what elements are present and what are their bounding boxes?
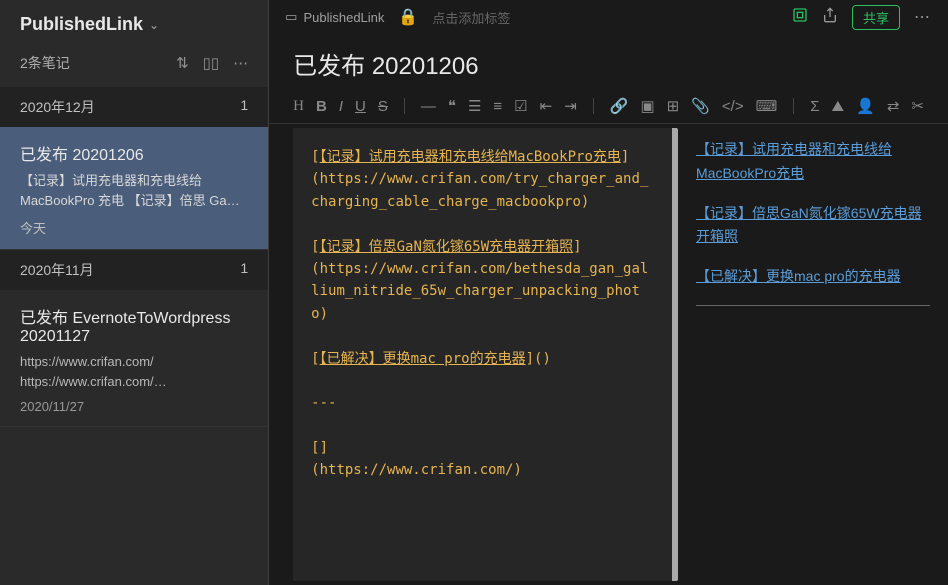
outline-link[interactable]: 【记录】试用充电器和充电线给MacBookPro充电 bbox=[696, 138, 930, 186]
note-date: 2020/11/27 bbox=[20, 399, 248, 414]
ul-button[interactable]: ☰ bbox=[468, 97, 481, 115]
template-icon[interactable] bbox=[792, 7, 808, 28]
more-icon[interactable]: ⋯ bbox=[233, 54, 248, 72]
hr-button[interactable]: — bbox=[421, 98, 436, 115]
sigma-button[interactable]: Σ bbox=[810, 98, 819, 115]
divider bbox=[793, 98, 794, 114]
month-label: 2020年11月 bbox=[20, 260, 94, 280]
note-date: 今天 bbox=[20, 218, 248, 237]
add-tag-hint[interactable]: 点击添加标签 bbox=[432, 8, 510, 27]
outline-panel: 【记录】试用充电器和充电线给MacBookPro充电 【记录】倍思GaN氮化镓6… bbox=[682, 128, 944, 581]
mountain-icon[interactable]: ⛰ bbox=[832, 98, 845, 115]
heading-button[interactable]: H bbox=[293, 98, 304, 115]
ol-button[interactable]: ≡ bbox=[493, 98, 502, 115]
outline-link[interactable]: 【记录】倍思GaN氮化镓65W充电器开箱照 bbox=[696, 202, 930, 250]
sort-icon[interactable]: ⇅ bbox=[176, 54, 189, 72]
month-count: 1 bbox=[240, 260, 248, 280]
note-title: 已发布 20201206 bbox=[20, 141, 248, 165]
notebook-icon: ▭ bbox=[285, 9, 297, 25]
clip-icon[interactable]: ✂ bbox=[911, 97, 924, 115]
editor-row: [【记录】试用充电器和充电线给MacBookPro充电] (https://ww… bbox=[269, 124, 948, 585]
flow-icon[interactable]: ⇄ bbox=[887, 97, 900, 115]
month-header-dec: 2020年12月 1 bbox=[0, 87, 268, 127]
month-label: 2020年12月 bbox=[20, 97, 95, 117]
top-bar: ▭ PublishedLink 🔒 点击添加标签 共享 ⋯ bbox=[269, 0, 948, 34]
notebook-title: PublishedLink bbox=[20, 14, 143, 35]
indent-button[interactable]: ⇥ bbox=[564, 97, 577, 115]
md-link: 【记录】试用充电器和充电线给MacBookPro充电 bbox=[320, 149, 621, 165]
lock-icon[interactable]: 🔒 bbox=[398, 7, 418, 27]
person-icon[interactable]: 👤 bbox=[856, 97, 875, 115]
quote-button[interactable]: ❝ bbox=[448, 97, 456, 115]
codeblock-button[interactable]: ⌨ bbox=[756, 97, 778, 115]
note-preview: 【记录】试用充电器和充电线给 MacBookPro 充电 【记录】倍思 GaN … bbox=[20, 171, 248, 210]
image-button[interactable]: ▣ bbox=[640, 97, 654, 115]
note-title: 已发布 EvernoteToWordpress 20201127 bbox=[20, 304, 248, 346]
outdent-button[interactable]: ⇤ bbox=[540, 97, 553, 115]
breadcrumb[interactable]: ▭ PublishedLink bbox=[285, 9, 384, 25]
chevron-down-icon: ⌄ bbox=[149, 18, 159, 32]
note-header: 已发布 20201206 bbox=[269, 34, 948, 89]
sidebar-subheader: 2条笔记 ⇅ ▯▯ ⋯ bbox=[0, 45, 268, 87]
main-panel: ▭ PublishedLink 🔒 点击添加标签 共享 ⋯ 已发布 202012… bbox=[269, 0, 948, 585]
strike-button[interactable]: S bbox=[378, 98, 388, 115]
italic-button[interactable]: I bbox=[339, 98, 343, 115]
note-item[interactable]: 已发布 EvernoteToWordpress 20201127 https:/… bbox=[0, 290, 268, 427]
code-button[interactable]: </> bbox=[722, 98, 744, 115]
note-preview: https://www.crifan.com/ https://www.crif… bbox=[20, 352, 248, 391]
underline-button[interactable]: U bbox=[355, 98, 366, 115]
notebook-header[interactable]: PublishedLink ⌄ bbox=[0, 0, 268, 45]
divider bbox=[404, 98, 405, 114]
separator: --- bbox=[311, 392, 654, 414]
more-actions-icon[interactable]: ⋯ bbox=[914, 7, 932, 27]
sidebar-tools: ⇅ ▯▯ ⋯ bbox=[176, 54, 248, 72]
bold-button[interactable]: B bbox=[316, 98, 327, 115]
link-button[interactable]: 🔗 bbox=[610, 97, 629, 115]
export-icon[interactable] bbox=[822, 7, 838, 28]
sidebar: PublishedLink ⌄ 2条笔记 ⇅ ▯▯ ⋯ 2020年12月 1 已… bbox=[0, 0, 269, 585]
md-link: 【记录】倍思GaN氮化镓65W充电器开箱照 bbox=[320, 239, 574, 255]
month-header-nov: 2020年11月 1 bbox=[0, 250, 268, 290]
share-button[interactable]: 共享 bbox=[852, 5, 900, 30]
note-item-selected[interactable]: 已发布 20201206 【记录】试用充电器和充电线给 MacBookPro 充… bbox=[0, 127, 268, 250]
month-count: 1 bbox=[240, 97, 248, 117]
code-block[interactable]: [【记录】试用充电器和充电线给MacBookPro充电] (https://ww… bbox=[293, 128, 678, 581]
checklist-button[interactable]: ☑ bbox=[514, 97, 527, 115]
md-url: (https://www.crifan.com/try_charger_and_… bbox=[311, 168, 654, 213]
table-button[interactable]: ⊞ bbox=[667, 97, 680, 115]
md-link: 【已解决】更换mac pro的充电器 bbox=[320, 351, 526, 367]
note-title-input[interactable]: 已发布 20201206 bbox=[293, 46, 924, 81]
outline-link[interactable]: 【已解决】更换mac pro的充电器 bbox=[696, 265, 930, 289]
top-actions: 共享 ⋯ bbox=[792, 5, 932, 30]
editor-toolbar: H B I U S — ❝ ☰ ≡ ☑ ⇤ ⇥ 🔗 ▣ ⊞ 📎 </> ⌨ Σ bbox=[269, 89, 948, 124]
note-count: 2条笔记 bbox=[20, 53, 70, 73]
md-url: (https://www.crifan.com/) bbox=[311, 459, 654, 481]
outline-divider bbox=[696, 305, 930, 306]
divider bbox=[593, 98, 594, 114]
attach-button[interactable]: 📎 bbox=[691, 97, 710, 115]
view-icon[interactable]: ▯▯ bbox=[203, 54, 220, 72]
md-url: (https://www.crifan.com/bethesda_gan_gal… bbox=[311, 258, 654, 325]
breadcrumb-notebook: PublishedLink bbox=[303, 10, 384, 25]
